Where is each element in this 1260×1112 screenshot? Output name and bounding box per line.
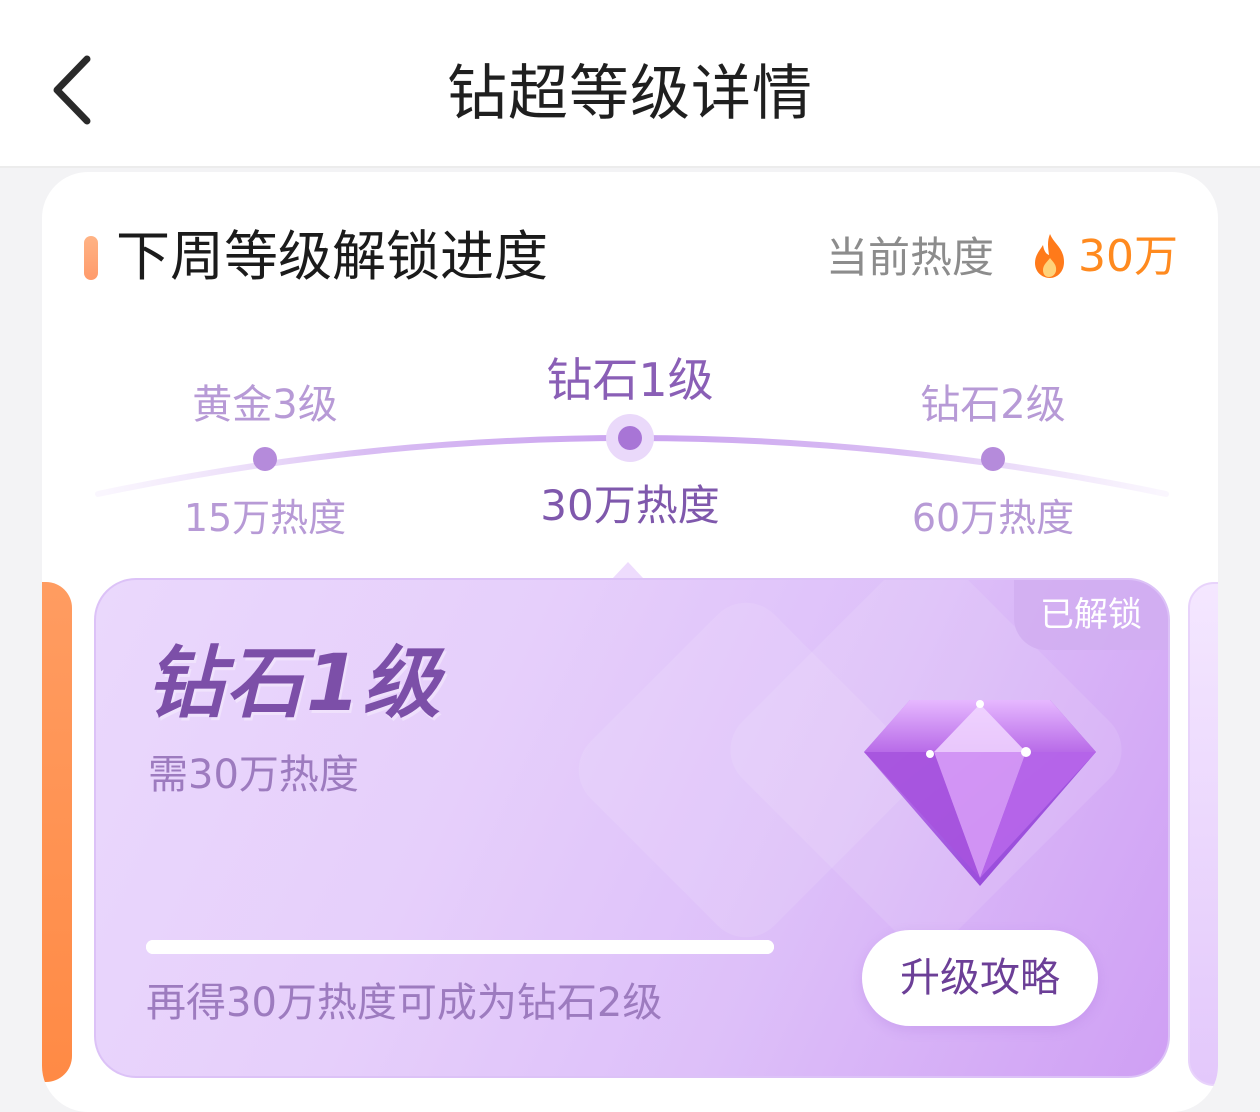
level-heat-diamond1: 30万热度 — [540, 481, 720, 530]
level-name-diamond1[interactable]: 钻石1级 — [500, 352, 760, 408]
next-level-hint: 再得30万热度可成为钻石2级 — [146, 980, 663, 1026]
level-heat-diamond2: 60万热度 — [911, 496, 1075, 540]
level-node-diamond2 — [981, 447, 1005, 471]
unlock-progress-bar — [146, 940, 774, 954]
card-level-title: 钻石1级 — [146, 639, 443, 729]
unlocked-badge: 已解锁 — [1014, 580, 1168, 650]
level-track: 黄金3级 15万热度 钻石1级 30万热度 钻石2级 60万热度 — [42, 172, 1218, 592]
diamond-icon — [864, 700, 1096, 886]
previous-level-card[interactable] — [42, 582, 72, 1082]
top-navigation-bar: 钻超等级详情 — [0, 0, 1260, 168]
card-requirement: 需30万热度 — [148, 752, 359, 798]
current-level-card: 已解锁 钻石1级 需30万热度 再得30万热度可成为钻石2级 升级攻略 — [94, 578, 1170, 1078]
level-name-diamond2[interactable]: 钻石2级 — [863, 380, 1123, 430]
page-title: 钻超等级详情 — [447, 59, 813, 129]
unlock-progress-fill — [146, 940, 774, 954]
level-heat-gold3: 15万热度 — [183, 496, 347, 540]
level-node-gold3 — [253, 447, 277, 471]
level-progress-panel: 下周等级解锁进度 当前热度 30万 黄金3级 15万热度 钻石1级 30万热度 … — [42, 172, 1218, 1112]
level-name-gold3[interactable]: 黄金3级 — [135, 380, 395, 430]
next-level-card[interactable] — [1188, 582, 1218, 1086]
level-node-diamond1 — [618, 426, 642, 450]
upgrade-guide-button[interactable]: 升级攻略 — [862, 930, 1098, 1026]
